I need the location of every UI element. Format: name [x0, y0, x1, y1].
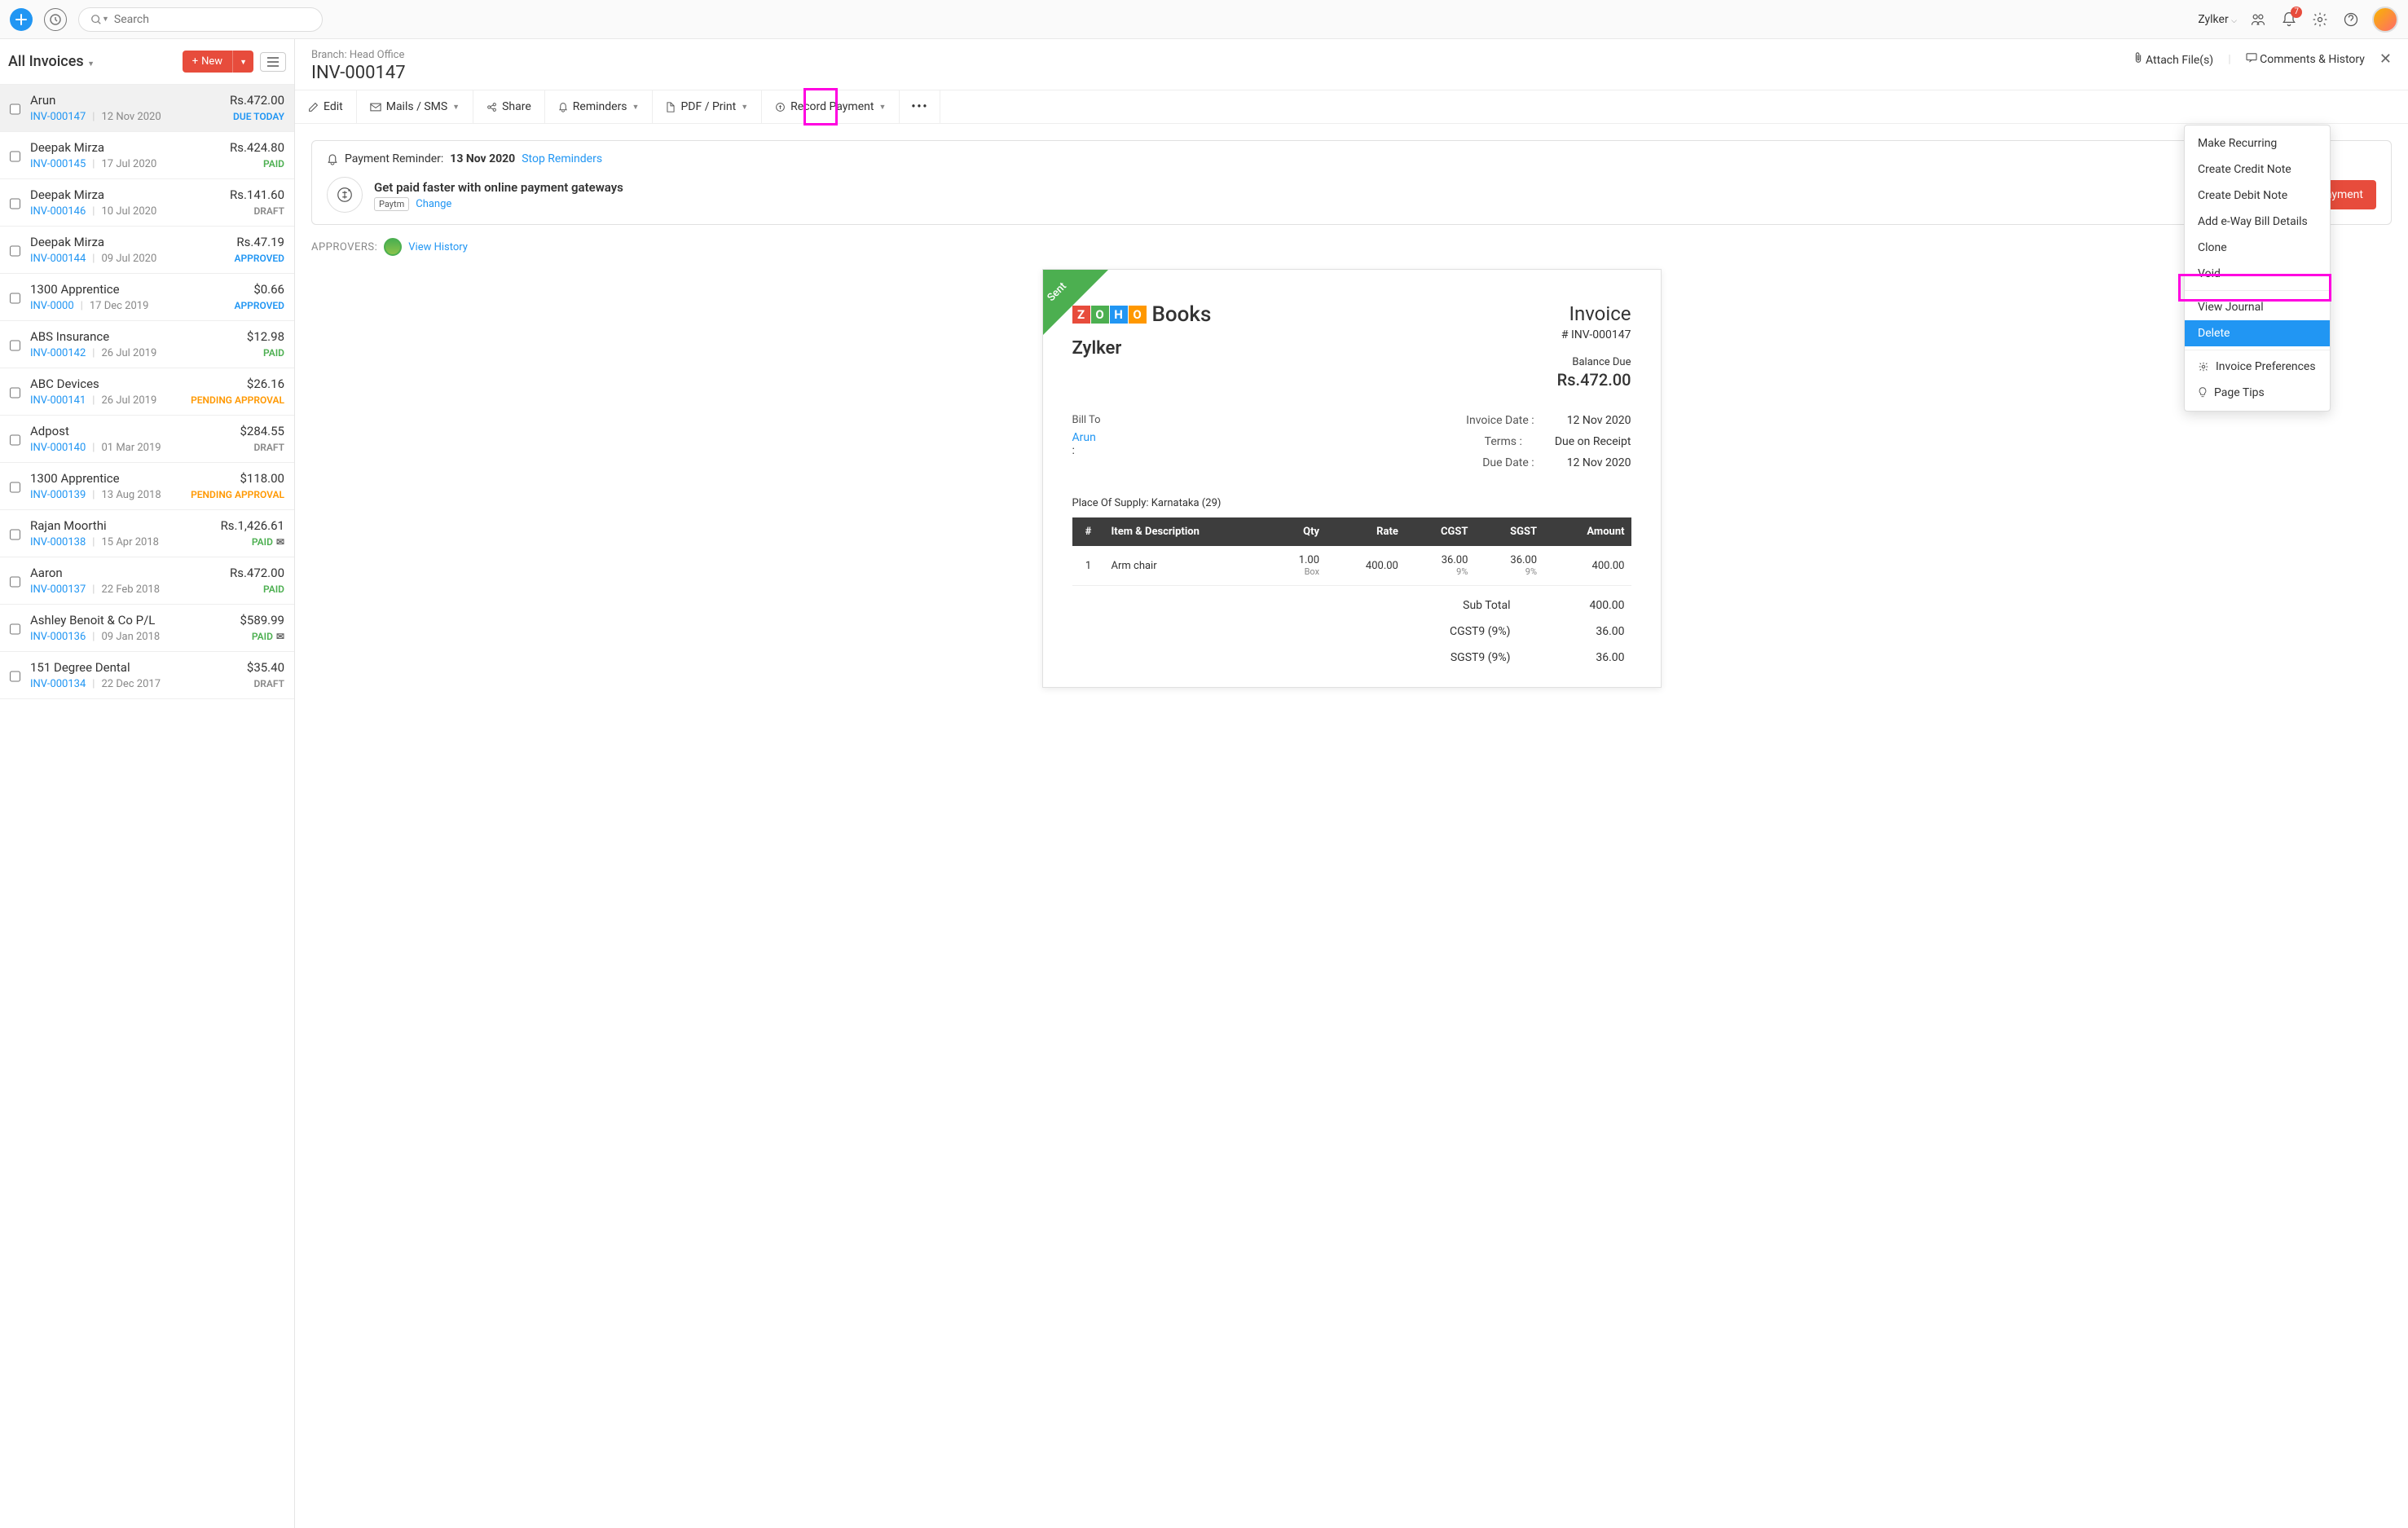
- edit-button[interactable]: Edit: [295, 90, 357, 123]
- search-filter-caret[interactable]: ▼: [102, 15, 109, 24]
- change-gateway-link[interactable]: Change: [416, 198, 451, 210]
- row-checkbox[interactable]: [10, 521, 20, 548]
- history-button[interactable]: [44, 8, 67, 31]
- balance-amount: Rs.472.00: [1557, 370, 1631, 390]
- totals-row: Sub Total400.00: [1072, 592, 1631, 619]
- toolbar: Edit Mails / SMS ▼ Share Reminders ▼ PDF…: [295, 90, 2408, 124]
- invoice-row[interactable]: Deepak MirzaRs.47.19INV-000144|09 Jul 20…: [0, 227, 294, 274]
- payment-promo-title: Get paid faster with online payment gate…: [374, 180, 2220, 195]
- paytm-badge: Paytm: [374, 197, 409, 211]
- doc-number: # INV-000147: [1557, 328, 1631, 341]
- more-dropdown: Make RecurringCreate Credit NoteCreate D…: [2184, 125, 2331, 412]
- user-avatar[interactable]: [2372, 7, 2398, 33]
- bill-to-label: Bill To: [1072, 414, 1101, 426]
- create-button[interactable]: [10, 8, 33, 31]
- invoice-row[interactable]: 1300 Apprentice$0.66INV-0000|17 Dec 2019…: [0, 274, 294, 321]
- refer-icon[interactable]: [2248, 10, 2268, 29]
- row-checkbox[interactable]: [10, 190, 20, 218]
- row-checkbox[interactable]: [10, 332, 20, 359]
- company-name: Zylker: [1072, 338, 1212, 359]
- new-button[interactable]: + New: [183, 51, 232, 73]
- comments-history[interactable]: Comments & History: [2246, 53, 2365, 66]
- menu-page-tips[interactable]: Page Tips: [2185, 380, 2330, 406]
- detail-pane: Branch: Head Office INV-000147 Attach Fi…: [295, 39, 2408, 1528]
- invoice-row[interactable]: ABS Insurance$12.98INV-000142|26 Jul 201…: [0, 321, 294, 368]
- invoice-document: Sent ZOHO Books Zylker Invoice # INV-000…: [1042, 269, 1662, 688]
- close-icon[interactable]: ✕: [2379, 51, 2392, 68]
- list-menu-button[interactable]: [260, 52, 286, 72]
- stop-reminders-link[interactable]: Stop Reminders: [522, 152, 602, 165]
- search-icon: [90, 14, 102, 25]
- mails-button[interactable]: Mails / SMS ▼: [357, 90, 473, 123]
- balance-label: Balance Due: [1557, 356, 1631, 368]
- invoice-row[interactable]: AaronRs.472.00INV-000137|22 Feb 2018PAID: [0, 557, 294, 605]
- reminder-date: 13 Nov 2020: [450, 152, 515, 165]
- row-checkbox[interactable]: [10, 237, 20, 265]
- search-box[interactable]: ▼: [78, 7, 323, 32]
- approvers-row: APPROVERS: View History: [311, 238, 2392, 256]
- menu-make-recurring[interactable]: Make Recurring: [2185, 130, 2330, 156]
- invoice-row[interactable]: 151 Degree Dental$35.40INV-000134|22 Dec…: [0, 652, 294, 699]
- row-checkbox[interactable]: [10, 568, 20, 596]
- invoice-row[interactable]: Adpost$284.55INV-000140|01 Mar 2019DRAFT: [0, 416, 294, 463]
- menu-view-journal[interactable]: View Journal: [2185, 294, 2330, 320]
- bell-icon: [327, 153, 338, 165]
- more-button[interactable]: •••: [900, 90, 940, 123]
- row-checkbox[interactable]: [10, 426, 20, 454]
- menu-void[interactable]: Void: [2185, 261, 2330, 287]
- invoice-list[interactable]: ArunRs.472.00INV-000147|12 Nov 2020DUE T…: [0, 85, 294, 1528]
- invoice-row[interactable]: ArunRs.472.00INV-000147|12 Nov 2020DUE T…: [0, 85, 294, 132]
- list-filter[interactable]: All Invoices ▼: [8, 53, 95, 70]
- pdf-button[interactable]: PDF / Print ▼: [653, 90, 762, 123]
- view-history-link[interactable]: View History: [408, 241, 468, 253]
- new-button-dropdown[interactable]: ▼: [232, 51, 253, 73]
- invoice-list-pane: All Invoices ▼ + New ▼ ArunRs.472.00INV-…: [0, 39, 295, 1528]
- record-payment-button[interactable]: Record Payment ▼: [762, 90, 900, 123]
- totals-row: CGST9 (9%)36.00: [1072, 619, 1631, 645]
- attach-files[interactable]: Attach File(s): [2133, 52, 2214, 67]
- invoice-row[interactable]: ABC Devices$26.16INV-000141|26 Jul 2019P…: [0, 368, 294, 416]
- row-checkbox[interactable]: [10, 95, 20, 123]
- row-checkbox[interactable]: [10, 379, 20, 407]
- row-checkbox[interactable]: [10, 473, 20, 501]
- invoice-row[interactable]: Ashley Benoit & Co P/L$589.99INV-000136|…: [0, 605, 294, 652]
- bill-colon: :: [1072, 444, 1101, 457]
- menu-invoice-preferences[interactable]: Invoice Preferences: [2185, 354, 2330, 380]
- payment-icon: [327, 177, 363, 213]
- bill-to-name[interactable]: Arun: [1072, 431, 1101, 444]
- invoice-row[interactable]: Rajan MoorthiRs.1,426.61INV-000138|15 Ap…: [0, 510, 294, 557]
- search-input[interactable]: [114, 13, 310, 26]
- reminders-button[interactable]: Reminders ▼: [545, 90, 654, 123]
- notifications-icon[interactable]: 7: [2279, 10, 2299, 29]
- invoice-row[interactable]: 1300 Apprentice$118.00INV-000139|13 Aug …: [0, 463, 294, 510]
- menu-delete[interactable]: Delete: [2185, 320, 2330, 346]
- page-title: INV-000147: [311, 63, 2392, 83]
- reminder-panel: Payment Reminder: 13 Nov 2020 Stop Remin…: [311, 140, 2392, 225]
- place-of-supply: Place Of Supply: Karnataka (29): [1072, 497, 1631, 509]
- branch-label: Branch: Head Office: [311, 49, 2392, 61]
- approver-avatar[interactable]: [384, 238, 402, 256]
- row-checkbox[interactable]: [10, 143, 20, 170]
- menu-create-credit-note[interactable]: Create Credit Note: [2185, 156, 2330, 183]
- share-button[interactable]: Share: [473, 90, 545, 123]
- row-checkbox[interactable]: [10, 615, 20, 643]
- doc-type: Invoice: [1557, 302, 1631, 325]
- reminder-prefix: Payment Reminder:: [345, 152, 443, 165]
- menu-create-debit-note[interactable]: Create Debit Note: [2185, 183, 2330, 209]
- row-checkbox[interactable]: [10, 284, 20, 312]
- items-table: #Item & DescriptionQtyRateCGSTSGSTAmount…: [1072, 517, 1631, 586]
- invoice-row[interactable]: Deepak MirzaRs.424.80INV-000145|17 Jul 2…: [0, 132, 294, 179]
- menu-clone[interactable]: Clone: [2185, 235, 2330, 261]
- totals-row: SGST9 (9%)36.00: [1072, 645, 1631, 671]
- topbar: ▼ Zylker ⌵ 7: [0, 0, 2408, 39]
- line-item: 1 Arm chair 1.00Box 400.00 36.009% 36.00…: [1072, 546, 1631, 586]
- invoice-row[interactable]: Deepak MirzaRs.141.60INV-000146|10 Jul 2…: [0, 179, 294, 227]
- settings-icon[interactable]: [2310, 10, 2330, 29]
- org-selector[interactable]: Zylker ⌵: [2198, 13, 2237, 26]
- menu-add-e-way-bill-details[interactable]: Add e-Way Bill Details: [2185, 209, 2330, 235]
- row-checkbox[interactable]: [10, 663, 20, 690]
- help-icon[interactable]: [2341, 10, 2361, 29]
